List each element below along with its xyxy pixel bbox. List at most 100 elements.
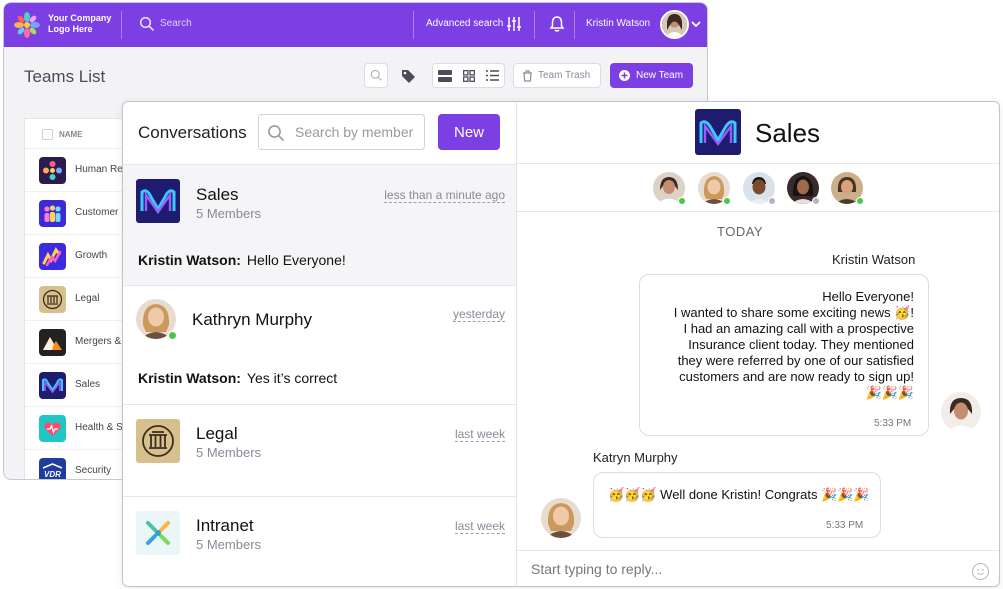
chat-members-bar (517, 164, 999, 212)
list-view-icon[interactable] (485, 70, 499, 81)
new-conversation-button[interactable]: New (438, 114, 500, 150)
last-message-sender: Kristin Watson: (138, 252, 241, 268)
last-message: Kristin Watson: Yes it’s correct (138, 370, 337, 386)
new-team-label: New Team (636, 70, 684, 81)
grid-view-icon[interactable] (462, 69, 475, 82)
conversation-time: last week (454, 519, 505, 534)
katryn-avatar[interactable] (541, 498, 581, 538)
member-count: 5 Members (196, 206, 262, 221)
logo-line-1: Your Company (48, 13, 112, 23)
kanban-view-icon[interactable] (438, 69, 453, 82)
team-name[interactable]: Customer S (75, 207, 128, 218)
last-message-text: Hello Everyone! (246, 252, 346, 268)
svg-text:VDR: VDR (44, 470, 61, 479)
team-name[interactable]: Growth (75, 250, 107, 261)
user-avatar[interactable] (660, 10, 689, 39)
vdr-logo-icon: VDR (39, 458, 66, 479)
reply-input[interactable] (529, 559, 949, 579)
chat-header: Sales (517, 102, 999, 164)
sales-wave-logo-icon (39, 372, 66, 399)
advanced-search-link[interactable]: Advanced search (426, 18, 503, 29)
offline-status-dot (768, 197, 776, 205)
view-switcher (432, 63, 505, 88)
last-message-text: Yes it’s correct (246, 370, 338, 386)
member-search-input[interactable] (293, 122, 421, 142)
divider (574, 11, 575, 39)
conversation-item-intranet[interactable]: Intranet 5 Members last week (123, 497, 516, 586)
page-title: Teams List (24, 67, 106, 86)
top-navigation-bar: Your Company Logo Here Search Advanced s… (4, 3, 707, 47)
conversation-item-legal[interactable]: Legal 5 Members last week (123, 405, 516, 497)
conversation-name: Intranet (196, 516, 254, 535)
current-user-name[interactable]: Kristin Watson (586, 18, 650, 29)
tags-icon (402, 69, 415, 83)
pillar-logo-icon (136, 419, 180, 463)
conversation-name: Legal (196, 424, 238, 443)
sales-wave-logo-icon (695, 109, 741, 155)
conversations-window: Conversations New Sales 5 Members less t… (122, 101, 1000, 587)
conversations-title: Conversations (138, 123, 247, 142)
column-header-name[interactable]: NAME (59, 130, 83, 139)
last-message: Kristin Watson: Hello Everyone! (138, 252, 346, 268)
trash-icon (523, 69, 532, 82)
company-logo-icon[interactable] (14, 12, 40, 38)
message-bubble: 🥳🥳🥳 Well done Kristin! Congrats 🎉🎉🎉 5:33… (593, 472, 881, 538)
search-icon (268, 125, 285, 142)
chat-title: Sales (755, 118, 821, 148)
team-name[interactable]: Health & Sa (75, 422, 128, 433)
member-count: 5 Members (196, 537, 262, 552)
member-search-box[interactable] (258, 114, 425, 150)
conversation-item-kathryn-murphy[interactable]: Kathryn Murphy yesterday Kristin Watson:… (123, 286, 516, 405)
conversation-item-sales[interactable]: Sales 5 Members less than a minute ago K… (123, 165, 516, 286)
chat-panel: Sales TODAY Kristin Watson Hello Everyon… (517, 102, 999, 586)
tags-button[interactable] (397, 63, 421, 88)
chevron-down-icon[interactable] (691, 20, 701, 28)
conversation-time: yesterday (452, 307, 505, 322)
online-status-dot (723, 197, 731, 205)
conversation-time: less than a minute ago (384, 188, 505, 203)
message-time: 5:33 PM (874, 418, 912, 429)
new-team-button[interactable]: New Team (610, 63, 693, 88)
team-name[interactable]: Human Res (75, 164, 128, 175)
reply-bar (517, 550, 999, 586)
conversation-name: Kathryn Murphy (192, 310, 312, 329)
team-name[interactable]: Legal (75, 293, 99, 304)
online-status-dot (856, 197, 864, 205)
search-button[interactable] (364, 63, 388, 88)
select-all-checkbox[interactable] (42, 129, 53, 140)
company-logo-text: Your Company Logo Here (48, 13, 118, 35)
kristin-avatar[interactable] (941, 392, 981, 432)
pillar-logo-icon (39, 286, 66, 313)
logo-line-2: Logo Here (48, 24, 93, 34)
emoji-icon[interactable] (972, 563, 989, 580)
divider (121, 11, 122, 39)
flower-logo-icon (39, 157, 66, 184)
intranet-logo-icon (136, 511, 180, 555)
conversations-header: Conversations New (123, 102, 516, 165)
team-name[interactable]: Security (75, 465, 111, 476)
search-icon (370, 69, 382, 81)
online-status-dot (168, 331, 177, 340)
conversation-time: last week (454, 427, 505, 442)
message-time: 5:33 PM (826, 520, 864, 531)
message-bubble: Hello Everyone! I wanted to share some e… (639, 274, 929, 436)
day-separator: TODAY (717, 224, 764, 239)
message-sender: Katryn Murphy (593, 450, 678, 465)
top-search-input[interactable]: Search (160, 18, 192, 29)
sales-wave-logo-icon (136, 179, 180, 223)
mountain-logo-icon (39, 329, 66, 356)
offline-status-dot (812, 197, 820, 205)
team-trash-button[interactable]: Team Trash (513, 63, 601, 88)
online-status-dot (678, 197, 686, 205)
team-name[interactable]: Sales (75, 379, 100, 390)
divider (534, 11, 535, 39)
message-text: 🥳🥳🥳 Well done Kristin! Congrats 🎉🎉🎉 (608, 487, 870, 502)
search-icon[interactable] (139, 16, 155, 32)
team-trash-label: Team Trash (538, 70, 591, 81)
bell-icon[interactable] (549, 15, 565, 33)
member-count: 5 Members (196, 445, 262, 460)
plus-circle-icon (619, 70, 630, 81)
filter-sliders-icon[interactable] (506, 16, 522, 32)
growth-logo-icon (39, 243, 66, 270)
divider (413, 11, 414, 39)
